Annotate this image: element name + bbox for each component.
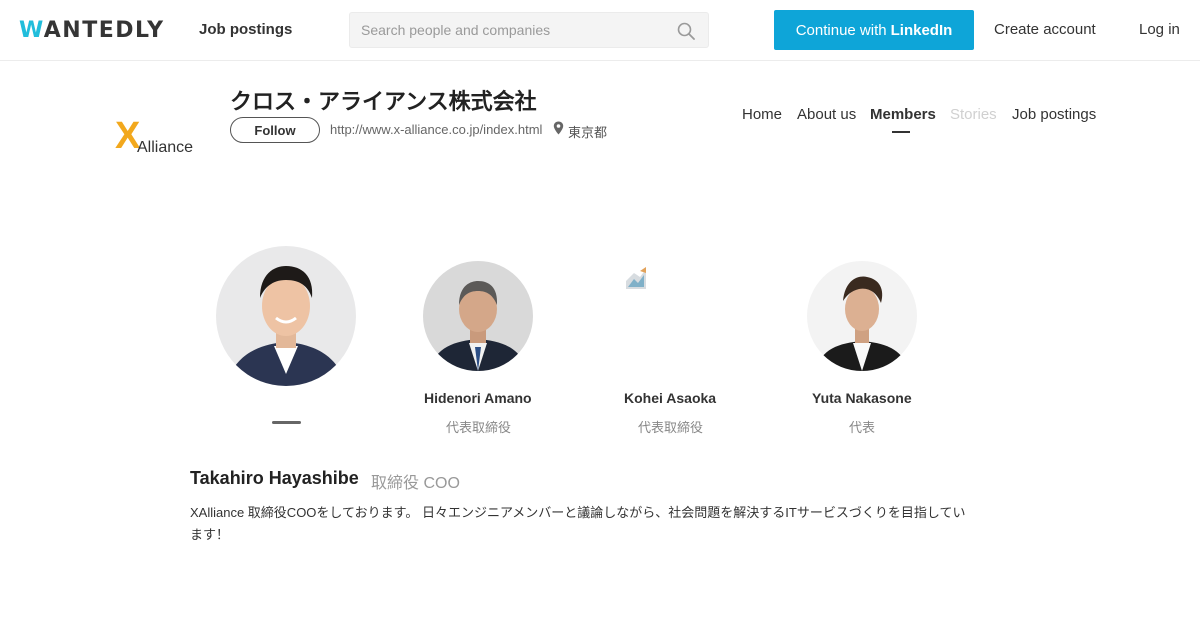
member-avatar-yuta-nakasone[interactable] bbox=[807, 261, 917, 371]
member-name[interactable]: Kohei Asaoka bbox=[624, 390, 716, 406]
tab-job-postings[interactable]: Job postings bbox=[1012, 106, 1096, 123]
search-icon[interactable] bbox=[677, 22, 695, 40]
wantedly-logo[interactable]: WANTEDLY bbox=[19, 17, 165, 43]
active-tab-indicator bbox=[892, 131, 910, 133]
tab-members[interactable]: Members bbox=[870, 106, 936, 123]
tab-stories[interactable]: Stories bbox=[950, 106, 997, 123]
linkedin-button-brand: LinkedIn bbox=[890, 21, 953, 39]
member-name[interactable]: Hidenori Amano bbox=[424, 390, 532, 406]
company-location: 東京都 bbox=[568, 125, 608, 140]
company-logo-text: Alliance bbox=[137, 139, 193, 156]
member-name[interactable]: Yuta Nakasone bbox=[812, 390, 912, 406]
logo-first-letter: W bbox=[19, 17, 44, 43]
member-role: 代表取締役 bbox=[446, 420, 512, 435]
member-role: 代表取締役 bbox=[638, 420, 704, 435]
continue-with-linkedin-button[interactable]: Continue with LinkedIn bbox=[774, 10, 974, 50]
company-logo[interactable]: X Alliance bbox=[112, 110, 208, 160]
logo-rest: ANTEDLY bbox=[43, 17, 165, 43]
selected-member-name: Takahiro Hayashibe bbox=[190, 468, 359, 488]
member-avatar-kohei-asaoka[interactable] bbox=[626, 267, 648, 289]
follow-button[interactable]: Follow bbox=[230, 117, 320, 143]
member-role: 代表 bbox=[849, 420, 876, 435]
create-account-link[interactable]: Create account bbox=[994, 21, 1096, 38]
company-website-link[interactable]: http://www.x-alliance.co.jp/index.html bbox=[330, 122, 542, 137]
tab-home[interactable]: Home bbox=[742, 106, 782, 123]
selected-member-indicator bbox=[272, 421, 301, 424]
selected-member-role: 取締役 COO bbox=[371, 475, 460, 492]
location-pin-icon bbox=[553, 121, 564, 135]
broken-image-icon bbox=[626, 267, 646, 289]
top-navigation-bar: WANTEDLY Job postings Search people and … bbox=[0, 0, 1200, 61]
selected-member-description: XAlliance 取締役COOをしております。 日々エンジニアメンバーと議論し… bbox=[190, 505, 966, 542]
linkedin-button-prefix: Continue with bbox=[795, 21, 887, 39]
login-link[interactable]: Log in bbox=[1139, 21, 1180, 38]
search-placeholder: Search people and companies bbox=[361, 22, 551, 38]
tab-about-us[interactable]: About us bbox=[797, 106, 856, 123]
company-name: クロス・アライアンス株式会社 bbox=[230, 89, 537, 114]
nav-job-postings-link[interactable]: Job postings bbox=[199, 21, 292, 38]
search-input[interactable]: Search people and companies bbox=[349, 12, 709, 48]
member-avatar-takahiro-hayashibe[interactable] bbox=[216, 246, 356, 386]
member-avatar-hidenori-amano[interactable] bbox=[423, 261, 533, 371]
